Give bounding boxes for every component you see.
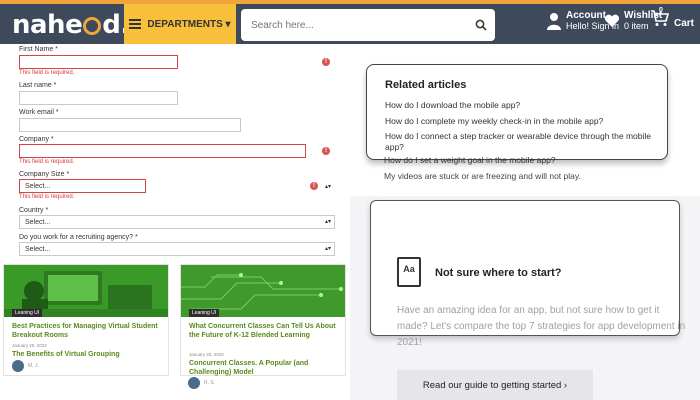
blog-card[interactable]: Leaning UI Best Practices for Managing V…: [3, 264, 169, 376]
logo-text-left: nahe: [12, 10, 83, 40]
recruiting-agency-select[interactable]: Select...: [19, 242, 335, 256]
blog-card[interactable]: Leaning UI What Concurrent Classes Can T…: [180, 264, 346, 376]
menu-icon: [129, 19, 142, 29]
last-name-label: Last name *: [19, 82, 57, 89]
recruiting-agency-value: Select...: [25, 245, 51, 253]
blog-card-date: January 20, 2022: [12, 343, 47, 348]
related-article-link[interactable]: How do I set a weight goal in the mobile…: [384, 155, 556, 165]
blog-card-title[interactable]: Best Practices for Managing Virtual Stud…: [12, 322, 162, 340]
company-size-select[interactable]: Select...: [19, 179, 146, 193]
work-email-label: Work email *: [19, 109, 59, 116]
cart-count-badge: 0: [659, 6, 663, 14]
related-article-link[interactable]: How do I download the mobile app?: [385, 100, 665, 111]
avatar: [12, 360, 24, 372]
read-guide-button[interactable]: Read our guide to getting started ›: [397, 370, 593, 400]
blog-card-tag: Leaning UI: [189, 309, 220, 317]
blog-card-author: R. S.: [204, 380, 216, 386]
country-select[interactable]: Select...: [19, 215, 335, 229]
guide-description: Have an amazing idea for an app, but not…: [397, 305, 686, 348]
company-size-value: Select...: [25, 182, 51, 190]
first-name-error: This field is required.: [19, 70, 75, 76]
related-article-link[interactable]: How do I complete my weekly check-in in …: [385, 116, 665, 127]
cart-link[interactable]: 0 Cart: [650, 6, 694, 29]
recruiting-agency-label: Do you work for a recruiting agency? *: [19, 234, 138, 241]
departments-label: DEPARTMENTS ▾: [147, 18, 231, 30]
book-icon-label: Aa: [403, 264, 415, 274]
work-email-field[interactable]: [19, 118, 241, 132]
heart-icon: [604, 14, 620, 27]
guide-title: Not sure where to start?: [435, 267, 562, 279]
first-name-error-icon: !: [322, 58, 330, 66]
company-error-icon: !: [322, 147, 330, 155]
first-name-field[interactable]: [19, 55, 178, 69]
user-icon: [547, 12, 561, 30]
search-bar: [241, 9, 495, 41]
cart-label: Cart: [674, 18, 695, 29]
company-label: Company *: [19, 136, 54, 143]
related-articles-heading: Related articles: [385, 79, 467, 91]
read-guide-button-label: Read our guide to getting started ›: [422, 379, 568, 391]
book-icon: Aa: [397, 257, 421, 287]
company-error: This field is required.: [19, 159, 75, 165]
logo-ring-icon: [83, 16, 102, 35]
blog-card-tag: Leaning UI: [12, 309, 43, 317]
avatar: [188, 377, 200, 389]
company-size-error: This field is required.: [19, 194, 75, 200]
first-name-label: First Name *: [19, 46, 58, 53]
last-name-field[interactable]: [19, 91, 178, 105]
related-articles-panel: Related articles How do I download the m…: [366, 64, 668, 160]
search-input[interactable]: [241, 9, 467, 41]
search-button[interactable]: [467, 9, 495, 41]
recruiting-chevron-icon: ▴▾: [325, 246, 332, 252]
company-field[interactable]: [19, 144, 306, 158]
company-size-error-icon: !: [310, 182, 318, 190]
country-chevron-icon: ▴▾: [325, 219, 332, 225]
country-label: Country *: [19, 207, 49, 214]
blog-card-subtitle[interactable]: Concurrent Classes. A Popular (and Chall…: [189, 359, 339, 377]
blog-card-date: January 20, 2022: [189, 352, 224, 357]
search-icon: [475, 19, 487, 31]
top-navigation-bar: nahed.pk DEPARTMENTS ▾ Account Hello!: [0, 0, 700, 44]
blog-card-subtitle[interactable]: The Benefits of Virtual Grouping: [12, 350, 162, 359]
departments-button[interactable]: DEPARTMENTS ▾: [124, 4, 236, 44]
page-root: nahed.pk DEPARTMENTS ▾ Account Hello!: [0, 0, 700, 400]
company-size-chevron-icon: ▴▾: [325, 184, 332, 190]
company-size-label: Company Size *: [19, 171, 70, 178]
related-article-link[interactable]: How do I connect a step tracker or weara…: [385, 131, 655, 153]
contact-form: First Name * ! This field is required. L…: [0, 44, 350, 262]
related-article-link[interactable]: My videos are stuck or are freezing and …: [384, 171, 581, 181]
blog-card-title[interactable]: What Concurrent Classes Can Tell Us Abou…: [189, 322, 341, 340]
country-value: Select...: [25, 218, 51, 226]
blog-card-author: M. J.: [28, 363, 39, 369]
